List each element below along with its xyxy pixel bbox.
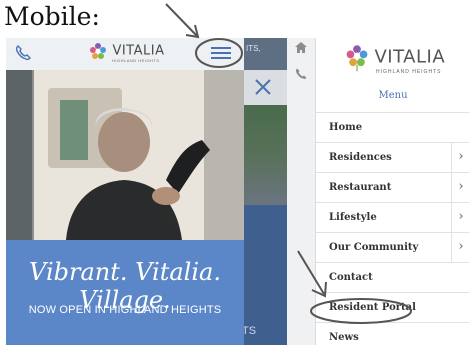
welcome-banner: Vibrant. Vitalia. Village.: [6, 240, 244, 345]
chevron-right-icon[interactable]: ›: [451, 233, 469, 263]
menu-item-label: Residences: [329, 152, 392, 163]
menu-side-rail: [287, 38, 315, 345]
brand-subtitle: HIGHLAND HEIGHTS: [376, 69, 442, 75]
mobile-transition-screen: ITS, TS: [244, 38, 287, 345]
brand-name: VITALIA: [374, 46, 446, 68]
menu-item-label: Our Community: [329, 242, 419, 253]
brand-subtitle: HIGHLAND HEIGHTS: [112, 58, 160, 63]
mobile-header: VITALIA HIGHLAND HEIGHTS: [6, 38, 244, 70]
menu-item-lifestyle[interactable]: Lifestyle ›: [316, 202, 469, 233]
mobile-menu-screen: VITALIA HIGHLAND HEIGHTS Menu Home Resid…: [287, 38, 469, 345]
caption-mobile: Mobile:: [4, 2, 100, 31]
partial-text-bottom: TS: [244, 325, 257, 337]
menu-item-label: Contact: [329, 272, 373, 283]
navigation-menu: VITALIA HIGHLAND HEIGHTS Menu Home Resid…: [315, 38, 469, 345]
brand-name: VITALIA: [112, 43, 165, 59]
chevron-right-icon[interactable]: ›: [451, 203, 469, 233]
menu-item-label: News: [329, 332, 359, 343]
partial-text-top: ITS,: [246, 44, 261, 53]
transition-banner: TS: [244, 205, 287, 345]
menu-item-home[interactable]: Home: [316, 112, 469, 143]
menu-item-label: Restaurant: [329, 182, 392, 193]
menu-item-residences[interactable]: Residences ›: [316, 142, 469, 173]
menu-item-contact[interactable]: Contact: [316, 262, 469, 293]
announcement-text: NOW OPEN IN HIGHLAND HEIGHTS: [28, 304, 222, 316]
phone-icon[interactable]: [14, 44, 32, 67]
transition-photo: [244, 105, 287, 205]
hero-photo-illustration: [6, 70, 244, 240]
home-icon[interactable]: [294, 41, 308, 59]
menu-item-label: Home: [329, 122, 363, 133]
menu-item-label: Resident Portal: [329, 302, 416, 313]
vitalia-logo[interactable]: VITALIA HIGHLAND HEIGHTS: [88, 41, 165, 63]
close-icon[interactable]: [252, 76, 274, 103]
chevron-right-icon[interactable]: ›: [451, 173, 469, 203]
transition-close-area: [244, 70, 287, 105]
menu-heading: Menu: [378, 90, 408, 101]
hamburger-menu-icon[interactable]: [209, 45, 233, 61]
mobile-homepage-screen: VITALIA HIGHLAND HEIGHTS Vibrant. Vitali…: [6, 38, 244, 345]
menu-item-restaurant[interactable]: Restaurant ›: [316, 172, 469, 203]
chevron-right-icon[interactable]: ›: [451, 143, 469, 173]
slogan-line-1: Vibrant. Vitalia.: [29, 258, 221, 286]
menu-item-resident-portal[interactable]: Resident Portal: [316, 292, 469, 323]
hero-photo: [6, 70, 244, 240]
menu-item-our-community[interactable]: Our Community ›: [316, 232, 469, 263]
vitalia-logo[interactable]: VITALIA HIGHLAND HEIGHTS: [344, 42, 446, 75]
menu-item-label: Lifestyle: [329, 212, 377, 223]
phone-icon[interactable]: [294, 67, 308, 86]
menu-item-news[interactable]: News: [316, 322, 469, 345]
transition-header: ITS,: [244, 38, 287, 70]
